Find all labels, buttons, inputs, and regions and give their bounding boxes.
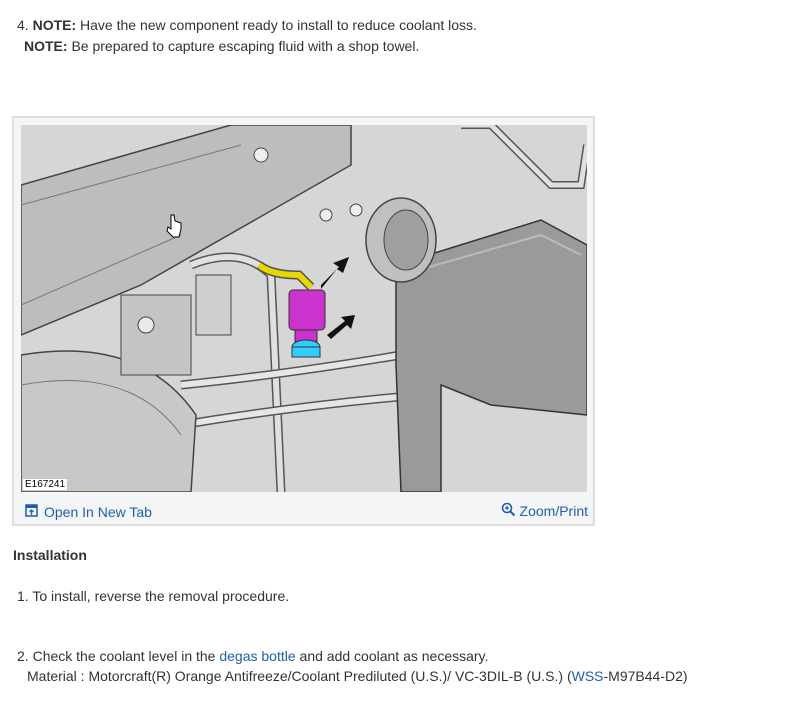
engine-bay-drawing xyxy=(21,125,587,492)
zoom-print-link[interactable]: Zoom/Print xyxy=(501,502,588,520)
install-step-2: 2. Check the coolant level in the degas … xyxy=(17,648,488,664)
step-number: 2. xyxy=(17,648,29,664)
material-text-pre: Material : Motorcraft(R) Orange Antifree… xyxy=(27,668,572,684)
material-line: Material : Motorcraft(R) Orange Antifree… xyxy=(27,668,688,684)
zoom-print-label[interactable]: Zoom/Print xyxy=(520,503,588,519)
open-in-new-tab-link[interactable]: Open In New Tab xyxy=(25,504,152,520)
note-text: Have the new component ready to install … xyxy=(80,17,477,33)
step-text-pre: Check the coolant level in the xyxy=(32,648,216,664)
degas-bottle-link[interactable]: degas bottle xyxy=(219,648,295,664)
material-text-post: -M97B44-D2) xyxy=(603,668,688,684)
step-4-note-2: NOTE: Be prepared to capture escaping fl… xyxy=(24,38,419,54)
note-label-2: NOTE: xyxy=(24,38,68,54)
open-in-new-tab-icon xyxy=(25,504,38,520)
figure-frame: E167241 Open In New Tab Zoom/Print xyxy=(12,116,595,526)
step-number: 4. xyxy=(17,17,29,33)
step-number: 1. xyxy=(17,588,29,604)
installation-heading: Installation xyxy=(13,547,87,563)
open-in-new-tab-label[interactable]: Open In New Tab xyxy=(44,504,152,520)
engine-illustration[interactable]: E167241 xyxy=(21,125,587,492)
figure-id: E167241 xyxy=(23,479,68,490)
step-text: To install, reverse the removal procedur… xyxy=(32,588,290,604)
note-label: NOTE: xyxy=(32,17,77,33)
install-step-1: 1. To install, reverse the removal proce… xyxy=(17,588,289,604)
note-text-2: Be prepared to capture escaping fluid wi… xyxy=(71,38,420,54)
step-4-note: 4. NOTE: Have the new component ready to… xyxy=(17,17,477,33)
zoom-icon xyxy=(501,502,516,520)
wss-link[interactable]: WSS xyxy=(572,668,604,684)
figure-toolbar: Open In New Tab Zoom/Print xyxy=(14,498,593,524)
step-text-post: and add coolant as necessary. xyxy=(299,648,489,664)
